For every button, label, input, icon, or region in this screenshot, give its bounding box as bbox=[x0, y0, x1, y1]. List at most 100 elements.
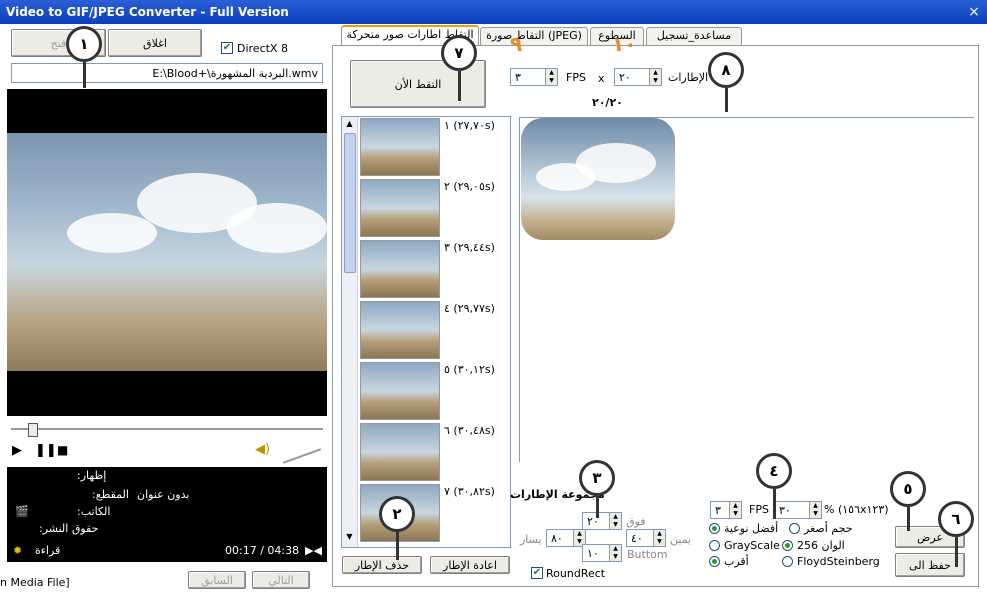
scale-stepper[interactable]: ٣٠ ▲ ▼ bbox=[774, 501, 822, 519]
frames-stepper[interactable]: ٢٠ ▲ ▼ bbox=[614, 68, 662, 86]
delete-frame-button[interactable]: حذف الإطار bbox=[342, 556, 422, 574]
frames-count: ٢٠/٢٠ bbox=[592, 96, 623, 109]
media-file-label: n Media File] bbox=[0, 576, 70, 589]
marker-9: ٩ bbox=[510, 32, 523, 56]
thumbnail-label-3: ٣ (٢٩,٤٤s) bbox=[444, 241, 495, 254]
film-icon: 🎬 bbox=[15, 505, 29, 518]
marker-7: ٧ bbox=[441, 35, 477, 71]
marker-8-pointer bbox=[725, 88, 728, 112]
output-fps-stepper[interactable]: ٣ ▲ ▼ bbox=[710, 501, 742, 519]
reading-label: قراءة bbox=[35, 544, 61, 557]
nearest-label: أقرب bbox=[724, 555, 749, 568]
bottom-stepper[interactable]: ١٠ ▲ ▼ bbox=[582, 544, 622, 562]
thumbnail-6[interactable] bbox=[360, 423, 440, 481]
tab-jpeg-capture[interactable]: التقاط صورة (JPEG) bbox=[480, 27, 588, 45]
display-label: :إظهار bbox=[77, 469, 107, 482]
thumbnail-4[interactable] bbox=[360, 301, 440, 359]
scale-suffix: % (١٥٦x١٢٣) bbox=[824, 503, 889, 516]
directx-label: DirectX 8 bbox=[237, 42, 288, 55]
grayscale-label: GrayScale bbox=[724, 539, 780, 552]
thumbnail-3[interactable] bbox=[360, 240, 440, 298]
left-value: ٨٠ bbox=[551, 531, 563, 545]
marker-5: ٥ bbox=[890, 471, 926, 507]
marker-2-pointer bbox=[396, 532, 399, 560]
thumbnail-label-4: ٤ (٢٩,٧٧s) bbox=[444, 302, 495, 315]
thumbnail-label-5: ٥ (٣٠,١٢s) bbox=[444, 363, 495, 376]
frames-value: ٢٠ bbox=[619, 70, 631, 84]
marker-10: ١٠ bbox=[612, 32, 637, 56]
thumbnail-1[interactable] bbox=[360, 118, 440, 176]
file-path-field[interactable]: E:\Blood+\البردية المشهورة.wmv bbox=[11, 63, 323, 83]
title-bar: Video to GIF/JPEG Converter - Full Versi… bbox=[0, 0, 987, 24]
thumbnail-5[interactable] bbox=[360, 362, 440, 420]
scale-value: ٣٠ bbox=[779, 503, 791, 517]
close-window-icon[interactable]: × bbox=[965, 3, 983, 21]
frames-label: الإطارات bbox=[668, 71, 709, 84]
redo-frame-button[interactable]: اعادة الإطار bbox=[430, 556, 510, 574]
roundrect-checkbox[interactable]: ✔ bbox=[531, 567, 543, 579]
marker-4: ٤ bbox=[756, 453, 792, 489]
best-quality-radio[interactable]: أفضل نوعية bbox=[709, 522, 778, 535]
right-label: يمين bbox=[670, 533, 692, 546]
grayscale-radio[interactable]: GrayScale bbox=[709, 539, 780, 552]
thumbnail-items: ١ (٢٧,٧٠s) ٢ (٢٩,٠٥s) ٣ (٢٩,٤٤s) ٤ (٢٩,٧… bbox=[341, 116, 511, 548]
marker-4-pointer bbox=[773, 489, 776, 519]
marker-3-pointer bbox=[596, 496, 599, 518]
floyd-radio[interactable]: FloydSteinberg bbox=[782, 555, 880, 568]
close-button[interactable]: اغلاق bbox=[108, 29, 202, 57]
video-frame bbox=[7, 133, 327, 371]
marker-1-pointer bbox=[83, 62, 86, 88]
marker-2: ٢ bbox=[379, 496, 415, 532]
playback-time: 00:17 / 04:38 bbox=[225, 544, 300, 557]
top-label: فوق bbox=[626, 515, 646, 528]
right-value: ٤٠ bbox=[631, 531, 643, 545]
play-icon[interactable]: ▶ bbox=[12, 443, 22, 458]
next-button[interactable]: التالي bbox=[252, 571, 310, 589]
clip-value: بدون عنوان bbox=[137, 488, 190, 501]
prev-button[interactable]: السابق bbox=[188, 571, 246, 589]
output-fps-label: FPS bbox=[749, 503, 769, 516]
preview-image bbox=[521, 118, 675, 240]
seek-track[interactable] bbox=[11, 428, 323, 430]
tab-help[interactable]: مساعدة_تسجيل bbox=[646, 27, 742, 45]
fps-stepper[interactable]: ٣ ▲ ▼ bbox=[510, 68, 558, 86]
rights-label: :حقوق النشر bbox=[39, 522, 99, 535]
times-label: x bbox=[598, 72, 605, 85]
thumbnail-label-2: ٢ (٢٩,٠٥s) bbox=[444, 180, 495, 193]
roundrect-label: RoundRect bbox=[546, 567, 606, 580]
marker-8: ٨ bbox=[708, 52, 744, 88]
window-title: Video to GIF/JPEG Converter - Full Versi… bbox=[6, 5, 289, 19]
smaller-size-label: حجم أصغر bbox=[804, 522, 853, 535]
fullscreen-icon[interactable]: ▶◀ bbox=[305, 544, 322, 557]
colors256-radio[interactable]: الوان 256 bbox=[782, 539, 845, 552]
marker-5-pointer bbox=[907, 507, 910, 531]
thumbnail-2[interactable] bbox=[360, 179, 440, 237]
bottom-label: Buttom bbox=[627, 548, 668, 561]
marker-6-pointer bbox=[955, 537, 958, 567]
output-fps-value: ٣ bbox=[715, 503, 721, 517]
left-stepper[interactable]: ٨٠ ▲ ▼ bbox=[546, 529, 586, 547]
fps-label: FPS bbox=[566, 71, 586, 84]
right-stepper[interactable]: ٤٠ ▲ ▼ bbox=[626, 529, 666, 547]
floyd-label: FloydSteinberg bbox=[797, 555, 880, 568]
media-info-panel: :إظهار :المقطع بدون عنوان 🎬 :الكاتب :حقو… bbox=[7, 467, 327, 562]
fps-value: ٣ bbox=[515, 70, 521, 84]
author-label: :الكاتب bbox=[77, 505, 111, 518]
directx-checkbox[interactable]: ✔ bbox=[221, 42, 233, 54]
marker-6: ٦ bbox=[938, 501, 974, 537]
pause-icon[interactable]: ❚❚ bbox=[35, 443, 57, 458]
marker-7-pointer bbox=[458, 71, 461, 101]
clip-label: :المقطع bbox=[92, 488, 129, 501]
smaller-size-radio[interactable]: حجم أصغر bbox=[789, 522, 853, 535]
thumbnail-label-7: ٧ (٣٠,٨٢s) bbox=[444, 485, 495, 498]
stop-icon[interactable]: ■ bbox=[57, 443, 68, 457]
nearest-radio[interactable]: أقرب bbox=[709, 555, 749, 568]
seek-handle[interactable] bbox=[28, 423, 38, 437]
bottom-value: ١٠ bbox=[587, 546, 599, 560]
colors256-label: الوان 256 bbox=[797, 539, 845, 552]
top-stepper[interactable]: ٢٠ ▲ ▼ bbox=[582, 512, 622, 530]
volume-icon[interactable]: ◀) bbox=[255, 442, 270, 457]
best-quality-label: أفضل نوعية bbox=[724, 522, 779, 535]
left-label: يسار bbox=[520, 533, 542, 546]
volume-slider[interactable] bbox=[282, 448, 322, 464]
